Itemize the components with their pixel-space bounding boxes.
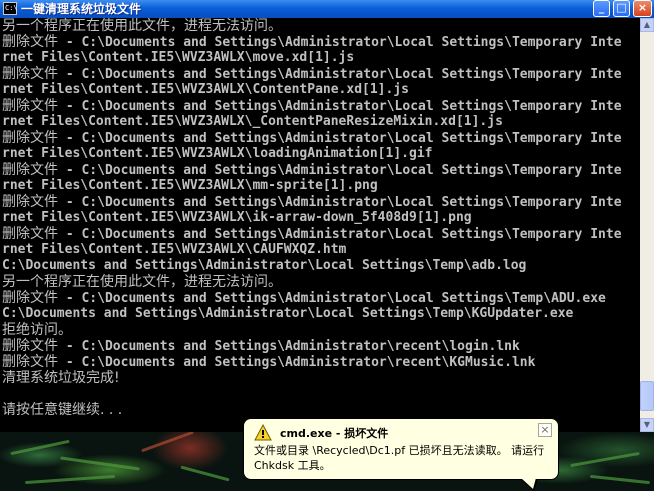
console-line-text: - C:\Documents and Settings\Administrato… bbox=[58, 163, 622, 178]
chevron-down-icon: ▼ bbox=[643, 420, 651, 429]
console-line: 另一个程序正在使用此文件，进程无法访问。 bbox=[2, 18, 282, 34]
console-line-text: rnet Files\Content.IE5\WVZ3AWLX\move.xd[… bbox=[2, 50, 355, 65]
console-line-text: - C:\Documents and Settings\Administrato… bbox=[58, 355, 536, 370]
console-line: 删除文件 - C:\Documents and Settings\Adminis… bbox=[2, 66, 622, 82]
console-line: rnet Files\Content.IE5\WVZ3AWLX\ContentP… bbox=[2, 82, 409, 98]
console-line-text: - C:\Documents and Settings\Administrato… bbox=[58, 227, 622, 242]
console-line: 请按任意键继续. . . bbox=[2, 402, 122, 418]
console-line-text: - C:\Documents and Settings\Administrato… bbox=[58, 291, 606, 306]
maximize-button[interactable]: □ bbox=[613, 0, 630, 17]
console-line-text: - C:\Documents and Settings\Administrato… bbox=[58, 131, 622, 146]
console-line-text: - C:\Documents and Settings\Administrato… bbox=[58, 67, 622, 82]
console-line: C:\Documents and Settings\Administrator\… bbox=[2, 258, 526, 274]
balloon-title: cmd.exe - 损坏文件 bbox=[280, 427, 389, 440]
console-line: rnet Files\Content.IE5\WVZ3AWLX\loadingA… bbox=[2, 146, 432, 162]
console-line-prefix: 删除文件 bbox=[2, 354, 58, 370]
console-output[interactable]: 另一个程序正在使用此文件，进程无法访问。 删除文件 - C:\Documents … bbox=[0, 18, 640, 432]
console-line: rnet Files\Content.IE5\WVZ3AWLX\move.xd[… bbox=[2, 50, 354, 66]
console-line: 删除文件 - C:\Documents and Settings\Adminis… bbox=[2, 354, 535, 370]
console-line: 删除文件 - C:\Documents and Settings\Adminis… bbox=[2, 34, 622, 50]
console-line-prefix: 删除文件 bbox=[2, 34, 58, 50]
console-line-text: - C:\Documents and Settings\Administrato… bbox=[58, 339, 520, 354]
console-line-text: 拒绝访问。 bbox=[2, 322, 72, 338]
console-line: 另一个程序正在使用此文件，进程无法访问。 bbox=[2, 274, 282, 290]
title-bar[interactable]: C:\ 一键清理系统垃圾文件 _ □ × bbox=[0, 0, 654, 18]
console-line: rnet Files\Content.IE5\WVZ3AWLX\_Content… bbox=[2, 114, 503, 130]
console-window[interactable]: C:\ 一键清理系统垃圾文件 _ □ × 另一个程序正在使用此文件，进程无法访问… bbox=[0, 0, 654, 432]
console-line-text: 另一个程序正在使用此文件，进程无法访问。 bbox=[2, 18, 282, 34]
console-line: 清理系统垃圾完成! bbox=[2, 370, 120, 386]
console-line-prefix: 删除文件 bbox=[2, 130, 58, 146]
balloon-message: 文件或目录 \Recycled\Dc1.pf 已损坏且无法读取。 请运行 Chk… bbox=[254, 444, 545, 472]
wallpaper-frond bbox=[590, 474, 650, 485]
console-line: C:\Documents and Settings\Administrator\… bbox=[2, 306, 573, 322]
console-line-text: rnet Files\Content.IE5\WVZ3AWLX\loadingA… bbox=[2, 146, 433, 161]
console-line-prefix: 删除文件 bbox=[2, 194, 58, 210]
console-line-text: - C:\Documents and Settings\Administrato… bbox=[58, 195, 622, 210]
console-line-prefix: 删除文件 bbox=[2, 290, 58, 306]
close-icon: × bbox=[540, 423, 550, 436]
wallpaper-frond bbox=[180, 465, 230, 482]
console-line-text: C:\Documents and Settings\Administrator\… bbox=[2, 258, 527, 273]
wallpaper-frond bbox=[60, 456, 140, 471]
console-line-prefix: 删除文件 bbox=[2, 338, 58, 354]
console-line-text: - C:\Documents and Settings\Administrato… bbox=[58, 99, 622, 114]
console-line: rnet Files\Content.IE5\WVZ3AWLX\mm-sprit… bbox=[2, 178, 378, 194]
console-line-text: rnet Files\Content.IE5\WVZ3AWLX\CAUFWXQZ… bbox=[2, 242, 347, 257]
minimize-icon: _ bbox=[598, 1, 605, 14]
close-icon: × bbox=[637, 1, 648, 14]
minimize-button[interactable]: _ bbox=[593, 0, 610, 17]
console-line-text: C:\Documents and Settings\Administrator\… bbox=[2, 306, 574, 321]
wallpaper-frond bbox=[10, 439, 70, 456]
console-line-text: 另一个程序正在使用此文件，进程无法访问。 bbox=[2, 274, 282, 290]
balloon-tail-fill bbox=[521, 478, 536, 489]
error-balloon[interactable]: cmd.exe - 损坏文件 × 文件或目录 \Recycled\Dc1.pf … bbox=[243, 418, 559, 480]
console-line-text: 请按任意键继续. . . bbox=[2, 402, 123, 418]
console-line: rnet Files\Content.IE5\WVZ3AWLX\CAUFWXQZ… bbox=[2, 242, 346, 258]
console-line-prefix: 删除文件 bbox=[2, 66, 58, 82]
console-line: 删除文件 - C:\Documents and Settings\Adminis… bbox=[2, 338, 520, 354]
console-line-prefix: 删除文件 bbox=[2, 226, 58, 242]
console-line-text: - C:\Documents and Settings\Administrato… bbox=[58, 35, 622, 50]
console-line: 删除文件 - C:\Documents and Settings\Adminis… bbox=[2, 226, 622, 242]
console-line: 拒绝访问。 bbox=[2, 322, 72, 338]
console-line-text: rnet Files\Content.IE5\WVZ3AWLX\_Content… bbox=[2, 114, 503, 129]
console-line-text: rnet Files\Content.IE5\WVZ3AWLX\ik-arraw… bbox=[2, 210, 472, 225]
scroll-up-button[interactable]: ▲ bbox=[640, 18, 654, 32]
wallpaper-frond bbox=[25, 474, 115, 485]
console-line-text: rnet Files\Content.IE5\WVZ3AWLX\mm-sprit… bbox=[2, 178, 378, 193]
console-line: 删除文件 - C:\Documents and Settings\Adminis… bbox=[2, 290, 606, 306]
console-line-prefix: 删除文件 bbox=[2, 162, 58, 178]
chevron-up-icon: ▲ bbox=[643, 20, 651, 29]
console-line-text: rnet Files\Content.IE5\WVZ3AWLX\ContentP… bbox=[2, 82, 409, 97]
warning-icon bbox=[254, 424, 272, 441]
close-button[interactable]: × bbox=[633, 0, 652, 17]
console-line-text: 清理系统垃圾完成! bbox=[2, 370, 120, 386]
console-line: 删除文件 - C:\Documents and Settings\Adminis… bbox=[2, 98, 622, 114]
wallpaper-frond bbox=[141, 430, 194, 453]
window-title: 一键清理系统垃圾文件 bbox=[21, 2, 142, 16]
scrollbar-thumb[interactable] bbox=[640, 381, 654, 411]
vertical-scrollbar[interactable]: ▲ ▼ bbox=[640, 18, 654, 432]
console-line: rnet Files\Content.IE5\WVZ3AWLX\ik-arraw… bbox=[2, 210, 472, 226]
console-line: 删除文件 - C:\Documents and Settings\Adminis… bbox=[2, 194, 622, 210]
console-line: 删除文件 - C:\Documents and Settings\Adminis… bbox=[2, 162, 622, 178]
console-line-prefix: 删除文件 bbox=[2, 98, 58, 114]
wallpaper-frond bbox=[570, 451, 640, 468]
scroll-down-button[interactable]: ▼ bbox=[640, 418, 654, 432]
maximize-icon: □ bbox=[616, 1, 627, 14]
cmd-icon[interactable]: C:\ bbox=[3, 2, 18, 15]
console-line: 删除文件 - C:\Documents and Settings\Adminis… bbox=[2, 130, 622, 146]
balloon-close-button[interactable]: × bbox=[538, 423, 552, 437]
